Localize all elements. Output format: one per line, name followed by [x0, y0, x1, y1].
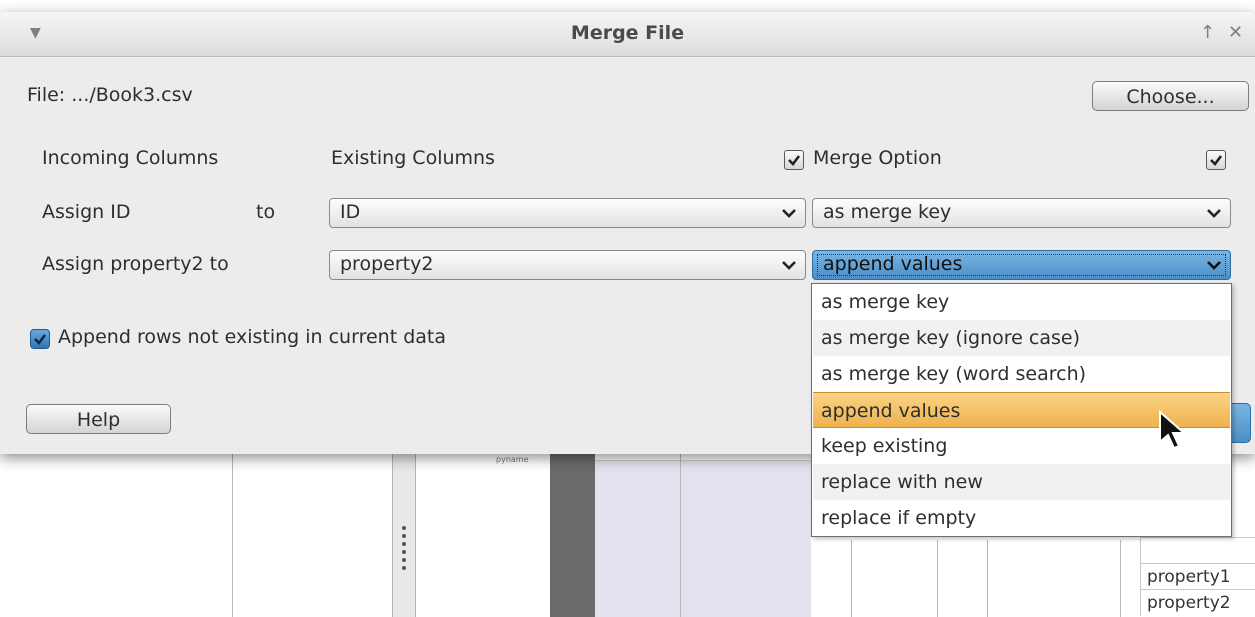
- bg-tiny-label: pyname: [496, 455, 529, 464]
- bg-grid-line: [851, 540, 852, 617]
- append-rows-checkbox[interactable]: [30, 329, 50, 349]
- existing-column-select-property2[interactable]: property2: [329, 250, 806, 280]
- chevron-down-icon: [782, 209, 796, 218]
- bg-divider: [232, 440, 233, 617]
- bg-property-cell[interactable]: property2: [1140, 589, 1255, 616]
- select-value: as merge key: [823, 201, 952, 223]
- merge-option-select-id[interactable]: as merge key: [812, 198, 1231, 228]
- file-label: File: .../Book3.csv: [27, 84, 193, 106]
- assign-property2-label: Assign property2 to: [42, 253, 229, 275]
- close-icon[interactable]: ✕: [1228, 22, 1243, 43]
- select-value: append values: [823, 253, 963, 275]
- check-icon: [34, 334, 47, 345]
- help-button[interactable]: Help: [26, 404, 171, 434]
- grip-dot: [402, 550, 406, 554]
- mouse-cursor-icon: [1159, 410, 1187, 450]
- select-value: property2: [340, 253, 434, 275]
- grip-dot: [402, 534, 406, 538]
- append-rows-label[interactable]: Append rows not existing in current data: [58, 326, 446, 348]
- maximize-icon[interactable]: ↑: [1200, 22, 1215, 43]
- grip-dot: [402, 542, 406, 546]
- dropdown-option[interactable]: as merge key (word search): [813, 356, 1230, 392]
- existing-columns-header: Existing Columns: [331, 147, 495, 169]
- panel-splitter[interactable]: [392, 440, 416, 617]
- check-icon: [788, 155, 801, 166]
- dropdown-option[interactable]: replace if empty: [813, 500, 1230, 536]
- select-value: ID: [340, 201, 361, 223]
- assign-id-label: Assign ID: [42, 201, 131, 223]
- choose-button[interactable]: Choose...: [1092, 81, 1249, 111]
- bg-grid-line: [680, 440, 681, 617]
- bg-table-cell: [1140, 537, 1255, 564]
- check-icon: [1210, 155, 1223, 166]
- bg-plot-area: [595, 460, 811, 617]
- grip-dot: [402, 566, 406, 570]
- dropdown-option[interactable]: as merge key (ignore case): [813, 320, 1230, 356]
- bg-property-cell[interactable]: property1: [1140, 563, 1255, 590]
- merge-option-header: Merge Option: [813, 147, 942, 169]
- bg-grid-line: [987, 540, 988, 617]
- chevron-down-icon: [1207, 209, 1221, 218]
- bg-grid-line: [937, 540, 938, 617]
- title-bar[interactable]: ▼ Merge File ↑ ✕: [0, 12, 1255, 57]
- ok-button-edge[interactable]: [1231, 403, 1251, 443]
- merge-option-select-property2[interactable]: append values: [812, 250, 1231, 280]
- existing-column-select-id[interactable]: ID: [329, 198, 806, 228]
- merge-option-checkbox[interactable]: [1206, 150, 1226, 170]
- chevron-down-icon: [1207, 261, 1221, 270]
- assign-id-to-label: to: [256, 201, 276, 223]
- grip-dot: [402, 558, 406, 562]
- dropdown-option[interactable]: as merge key: [813, 284, 1230, 320]
- grip-dot: [402, 526, 406, 530]
- bg-grid-line: [1120, 540, 1121, 617]
- dropdown-option[interactable]: replace with new: [813, 464, 1230, 500]
- bg-grid-line: [595, 460, 811, 461]
- existing-columns-checkbox[interactable]: [784, 150, 804, 170]
- incoming-columns-header: Incoming Columns: [42, 147, 219, 169]
- dialog-title: Merge File: [570, 22, 685, 44]
- bg-dark-column: [550, 440, 595, 617]
- chevron-down-icon: [782, 261, 796, 270]
